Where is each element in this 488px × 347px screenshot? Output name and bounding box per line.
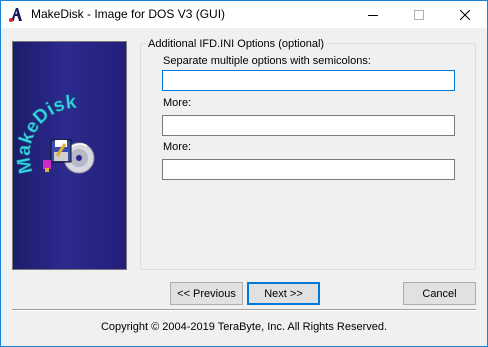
options-group-title: Additional IFD.INI Options (optional) (146, 38, 327, 50)
close-icon (460, 9, 470, 20)
footer-separator (12, 309, 476, 311)
window-title: MakeDisk - Image for DOS V3 (GUI) (31, 7, 226, 21)
copyright-text: Copyright © 2004-2019 TeraByte, Inc. All… (100, 321, 388, 333)
cancel-button[interactable]: Cancel (403, 282, 476, 305)
next-button[interactable]: Next >> (247, 282, 320, 305)
previous-button[interactable]: << Previous (170, 282, 243, 305)
options-field-label: Separate multiple options with semicolon… (163, 55, 371, 67)
title-bar[interactable]: MakeDisk - Image for DOS V3 (GUI) (0, 0, 488, 28)
more-input-1[interactable] (162, 115, 455, 136)
more-input-2[interactable] (162, 159, 455, 180)
close-button[interactable] (442, 1, 488, 28)
maximize-button[interactable] (396, 1, 442, 28)
minimize-icon (368, 14, 378, 16)
more-field-label-1: More: (163, 97, 192, 109)
maximize-icon (414, 9, 424, 20)
more-field-label-2: More: (163, 141, 192, 153)
floppy-and-cd-icon (43, 139, 95, 174)
makedisk-banner: MakeDisk (12, 41, 127, 270)
minimize-button[interactable] (350, 1, 396, 28)
makedisk-app-icon (9, 8, 22, 22)
options-input[interactable] (162, 70, 455, 91)
